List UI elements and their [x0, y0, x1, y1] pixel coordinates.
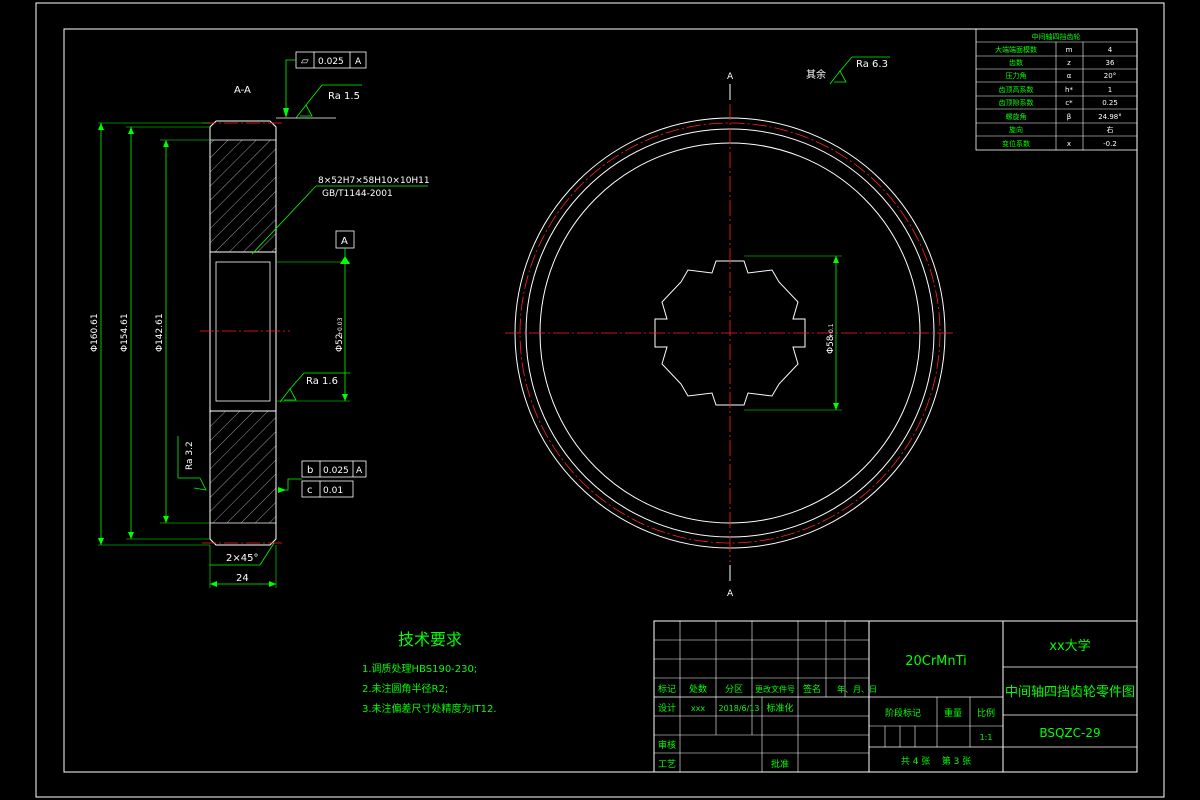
- sheet-info: 共 4 张 第 3 张: [901, 755, 971, 767]
- school: xx大学: [1049, 638, 1090, 654]
- designer: xxx: [691, 704, 705, 713]
- scale-label: 比例: [977, 707, 995, 719]
- runout-2-tol: 0.01: [323, 486, 343, 496]
- hatch-bottom: [210, 411, 276, 523]
- ra-other: Ra 6.3: [856, 59, 888, 70]
- design-date: 2018/6/13: [718, 704, 759, 713]
- scale-value: 1:1: [980, 733, 993, 742]
- param-name: 压力角: [1006, 71, 1027, 80]
- param-name: 齿顶隙系数: [999, 98, 1034, 107]
- param-symbol: x: [1067, 140, 1071, 148]
- section-mark-bottom: A: [727, 589, 734, 599]
- ra-bore: Ra 1.6: [306, 376, 338, 387]
- param-symbol: h*: [1065, 86, 1073, 94]
- tech-title: 技术要求: [398, 630, 462, 649]
- param-name: 齿顶高系数: [999, 85, 1034, 94]
- tech-requirements: 技术要求 1.调质处理HBS190-230; 2.未注圆角半径R2; 3.未注偏…: [362, 630, 497, 715]
- header-cell: 处数: [689, 683, 707, 695]
- param-value: 24.98°: [1098, 113, 1122, 121]
- std-label: 标准化: [766, 702, 793, 714]
- header-cell: 更改文件号: [755, 684, 795, 694]
- ra-top: Ra 1.5: [328, 91, 360, 102]
- process-label: 工艺: [658, 759, 676, 770]
- part-name: 中间轴四挡齿轮零件图: [1005, 685, 1135, 700]
- ra-side: Ra 3.2: [185, 441, 195, 470]
- param-symbol: z: [1067, 59, 1071, 67]
- header-cell: 签名: [803, 683, 821, 695]
- drawing-sheet: A-A ⏥ 0.025 A Ra 1.5 8×52H7×58H10×10H11: [35, 2, 1165, 798]
- hatch-top: [210, 140, 276, 252]
- tech-item: 1.调质处理HBS190-230;: [362, 663, 477, 675]
- width-dim: 24: [236, 573, 249, 584]
- runout-1-datum: A: [356, 466, 363, 476]
- datum-label: A: [341, 236, 348, 247]
- param-name: 螺旋角: [1006, 112, 1027, 121]
- section-label: A-A: [234, 85, 251, 96]
- tech-item: 3.未注偏差尺寸处精度为IT12.: [362, 702, 497, 715]
- review-label: 审核: [658, 739, 676, 751]
- param-symbol: α: [1067, 72, 1072, 80]
- param-name: 旋向: [1009, 125, 1023, 134]
- header-cell: 标记: [658, 683, 676, 695]
- param-name: 变位系数: [1002, 139, 1030, 148]
- runout-1-symbol: b: [307, 465, 313, 476]
- bore-tol: +0.03: [337, 317, 344, 336]
- dia-inner: Φ142.61: [155, 313, 165, 352]
- flatness-datum: A: [355, 57, 362, 67]
- material: 20CrMnTi: [905, 654, 967, 669]
- chamfer: 2×45°: [226, 553, 258, 564]
- flatness-symbol: ⏥: [301, 56, 309, 67]
- weight-label: 重量: [944, 707, 962, 719]
- param-title: 中间轴四挡齿轮: [1032, 32, 1081, 41]
- param-symbol: β: [1067, 113, 1071, 121]
- param-value: 36: [1106, 59, 1115, 67]
- dia-mid: Φ154.61: [120, 313, 130, 352]
- approve-label: 批准: [771, 758, 789, 770]
- param-value: 右: [1107, 125, 1114, 134]
- param-value: 20°: [1104, 72, 1116, 80]
- param-symbol: m: [1066, 46, 1073, 54]
- spline-spec-1: 8×52H7×58H10×10H11: [318, 176, 430, 186]
- param-value: 4: [1108, 46, 1113, 54]
- param-name: 齿数: [1009, 58, 1023, 67]
- outer-border: [35, 2, 1165, 798]
- param-value: -0.2: [1103, 140, 1117, 148]
- gear-param-table: 中间轴四挡齿轮 大端端面模数 m 4 齿数 z 36 压力角 α 20° 齿顶高…: [975, 28, 1138, 151]
- param-value: 0.25: [1102, 99, 1118, 107]
- param-name: 大端端面模数: [995, 45, 1037, 54]
- tech-item: 2.未注圆角半径R2;: [362, 682, 448, 695]
- title-block: 20CrMnTi xx大学 中间轴四挡齿轮零件图 BSQZC-29 标记 处数 …: [653, 620, 1138, 773]
- bore-outline: [209, 251, 277, 412]
- other-label: 其余: [806, 68, 826, 81]
- design-label: 设计: [658, 702, 676, 714]
- stage-label: 阶段标记: [885, 707, 921, 719]
- param-symbol: c*: [1065, 99, 1073, 107]
- header-cell: 年、月、日: [837, 684, 877, 694]
- dia-mid-dim: [126, 126, 210, 540]
- runout-2-symbol: c: [307, 485, 313, 496]
- runout-1-tol: 0.025: [323, 466, 349, 476]
- header-cell: 分区: [725, 684, 743, 695]
- dia-outer: Φ160.61: [90, 313, 100, 352]
- spline-tol: +0.1: [828, 323, 835, 338]
- flatness-tol: 0.025: [318, 57, 344, 67]
- section-view: A-A ⏥ 0.025 A Ra 1.5 8×52H7×58H10×10H11: [90, 51, 430, 588]
- dia-outer-dim: [98, 122, 210, 546]
- section-mark-top: A: [727, 72, 734, 82]
- drawing-no: BSQZC-29: [1039, 726, 1100, 740]
- spline-spec-2: GB/T1144-2001: [322, 189, 393, 199]
- param-value: 1: [1108, 86, 1112, 94]
- front-view: A A Φ58 +0.1 其余 Ra 6.3: [505, 56, 955, 599]
